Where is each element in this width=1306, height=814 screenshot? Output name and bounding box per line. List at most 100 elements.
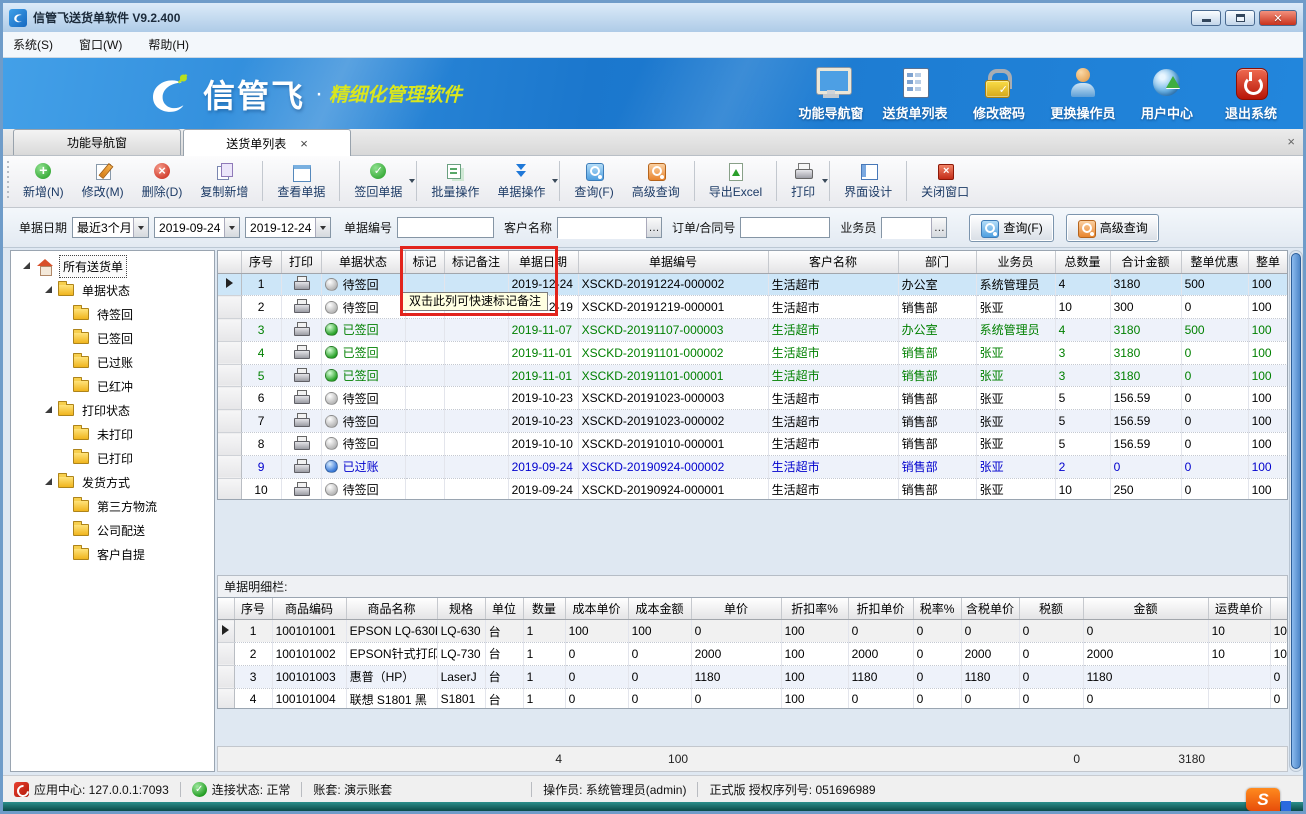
toolbar-print-button[interactable]: 打印 — [782, 159, 824, 203]
toolbar-copy-button[interactable]: 复制新增 — [191, 159, 257, 203]
advanced-query-button[interactable]: 高级查询 — [1066, 214, 1159, 242]
col-cost-amount[interactable]: 成本金额 — [628, 598, 691, 620]
col-unit[interactable]: 单位 — [485, 598, 523, 620]
delivery-row[interactable]: 1待签回2019-12-24XSCKD-20191224-000002生活超市办… — [218, 273, 1288, 296]
delivery-row[interactable]: 10待签回2019-09-24XSCKD-20190924-000001生活超市… — [218, 478, 1288, 499]
toolbar-doc-ops-button[interactable]: 单据操作 — [488, 159, 554, 203]
chevron-down-icon[interactable] — [224, 218, 239, 237]
tree-item-已过账[interactable]: 已过账 — [11, 350, 214, 374]
col-seq[interactable]: 序号 — [234, 598, 272, 620]
tree-item-未打印[interactable]: 未打印 — [11, 422, 214, 446]
col-total-amount[interactable]: 合计金额 — [1110, 251, 1181, 273]
date-to-select[interactable]: 2019-12-24 — [245, 217, 331, 238]
tree-item-待签回[interactable]: 待签回 — [11, 302, 214, 326]
toolbar-sign-back-button[interactable]: 签回单据 — [345, 159, 411, 203]
close-button[interactable] — [1259, 10, 1297, 26]
tree-group-单据状态[interactable]: 单据状态 — [11, 278, 214, 302]
col-seq[interactable]: 序号 — [241, 251, 281, 273]
tab-送货单列表[interactable]: 送货单列表 — [183, 129, 351, 156]
date-preset-select[interactable]: 最近3个月 — [72, 217, 149, 238]
expand-triangle-icon[interactable] — [45, 478, 52, 485]
col-qty[interactable]: 数量 — [523, 598, 565, 620]
dropdown-arrow-icon[interactable] — [822, 179, 828, 186]
toolbar-search-adv-button[interactable]: 高级查询 — [623, 159, 689, 203]
tree-item-已签回[interactable]: 已签回 — [11, 326, 214, 350]
detail-row[interactable]: 1100101001EPSON LQ-630KLQ-630台1100100010… — [218, 620, 1288, 643]
menu-item[interactable]: 窗口(W) — [79, 36, 122, 53]
banner-action-delivery-list[interactable]: 送货单列表 — [873, 65, 957, 122]
banner-action-change-password[interactable]: 修改密码 — [957, 65, 1041, 122]
tree-item-已打印[interactable]: 已打印 — [11, 446, 214, 470]
tree-item-第三方物流[interactable]: 第三方物流 — [11, 494, 214, 518]
banner-action-nav-window[interactable]: 功能导航窗 — [789, 65, 873, 122]
col-date[interactable]: 单据日期 — [508, 251, 578, 273]
date-from-select[interactable]: 2019-09-24 — [154, 217, 240, 238]
col-doc-no[interactable]: 单据编号 — [578, 251, 768, 273]
col-mark-note[interactable]: 标记备注 — [444, 251, 508, 273]
browse-ellipsis-icon[interactable] — [931, 218, 946, 237]
col-discount[interactable]: 整单优惠 — [1181, 251, 1248, 273]
tab-close-icon[interactable] — [300, 136, 308, 151]
chevron-down-icon[interactable] — [133, 218, 148, 237]
tree-item-已红冲[interactable]: 已红冲 — [11, 374, 214, 398]
tree-item-客户自提[interactable]: 客户自提 — [11, 542, 214, 566]
col-cost-price[interactable]: 成本单价 — [565, 598, 628, 620]
col-status[interactable]: 单据状态 — [321, 251, 405, 273]
delivery-row[interactable]: 8待签回2019-10-10XSCKD-20191010-000001生活超市销… — [218, 433, 1288, 456]
browse-ellipsis-icon[interactable] — [646, 218, 661, 237]
scrollbar-thumb[interactable] — [1291, 253, 1301, 769]
expand-triangle-icon[interactable] — [45, 286, 52, 293]
col-spec[interactable]: 规格 — [437, 598, 485, 620]
restore-button[interactable] — [1225, 10, 1255, 26]
salesman-input[interactable] — [882, 218, 931, 239]
chevron-down-icon[interactable] — [315, 218, 330, 237]
col-salesman[interactable]: 业务员 — [976, 251, 1055, 273]
col-amount[interactable]: 金额 — [1083, 598, 1208, 620]
col-customer[interactable]: 客户名称 — [768, 251, 898, 273]
toolbar-design-button[interactable]: 界面设计 — [835, 159, 901, 203]
col-freight-price[interactable]: 运费单价 — [1208, 598, 1270, 620]
col-qty[interactable]: 总数量 — [1055, 251, 1110, 273]
toolbar-search-blue-button[interactable]: 查询(F) — [565, 159, 622, 203]
banner-action-user-center[interactable]: 用户中心 — [1125, 65, 1209, 122]
banner-action-exit-system[interactable]: 退出系统 — [1209, 65, 1293, 122]
col-rate[interactable]: 整单 — [1248, 251, 1288, 273]
vertical-scrollbar[interactable] — [1289, 250, 1303, 772]
toolbar-batch-button[interactable]: 批量操作 — [422, 159, 488, 203]
col-tax-rate[interactable]: 税率% — [913, 598, 961, 620]
toolbar-excel-button[interactable]: 导出Excel — [700, 159, 771, 203]
tree-root-all-delivery-orders[interactable]: 所有送货单 — [11, 254, 214, 278]
detail-row[interactable]: 2100101002EPSON针式打印LQ-730台10020001002000… — [218, 642, 1288, 665]
delivery-row[interactable]: 2待签回2019-12-19XSCKD-20191219-000001生活超市销… — [218, 296, 1288, 319]
col-discount-rate[interactable]: 折扣率% — [781, 598, 848, 620]
col-price-with-tax[interactable]: 含税单价 — [961, 598, 1019, 620]
col-extra[interactable] — [1270, 598, 1288, 620]
dropdown-arrow-icon[interactable] — [409, 179, 415, 186]
expand-triangle-icon[interactable] — [45, 406, 52, 413]
dropdown-arrow-icon[interactable] — [552, 179, 558, 186]
banner-action-switch-operator[interactable]: 更换操作员 — [1041, 65, 1125, 122]
tree-item-公司配送[interactable]: 公司配送 — [11, 518, 214, 542]
col-tax[interactable]: 税额 — [1019, 598, 1083, 620]
delivery-row[interactable]: 3已签回2019-11-07XSCKD-20191107-000003生活超市办… — [218, 319, 1288, 342]
toolbar-add-button[interactable]: 新增(N) — [14, 159, 73, 203]
tab-功能导航窗[interactable]: 功能导航窗 — [13, 129, 181, 155]
col-mark[interactable]: 标记 — [405, 251, 444, 273]
tree-group-打印状态[interactable]: 打印状态 — [11, 398, 214, 422]
order-no-input[interactable] — [740, 217, 830, 238]
menu-item[interactable]: 系统(S) — [13, 36, 53, 53]
col-dept[interactable]: 部门 — [898, 251, 976, 273]
detail-row[interactable]: 4100101004联想 S1801 黑S1801台1000100000000 — [218, 688, 1288, 709]
delivery-row[interactable]: 6待签回2019-10-23XSCKD-20191023-000003生活超市销… — [218, 387, 1288, 410]
delivery-row[interactable]: 4已签回2019-11-01XSCKD-20191101-000002生活超市销… — [218, 341, 1288, 364]
tabbar-close-icon[interactable] — [1287, 134, 1295, 149]
col-discount-price[interactable]: 折扣单价 — [848, 598, 913, 620]
delivery-row[interactable]: 9已过账2019-09-24XSCKD-20190924-000002生活超市销… — [218, 455, 1288, 478]
toolbar-view-doc-button[interactable]: 查看单据 — [268, 159, 334, 203]
query-button[interactable]: 查询(F) — [969, 214, 1053, 242]
toolbar-delete-button[interactable]: 删除(D) — [133, 159, 192, 203]
customer-input[interactable] — [558, 218, 646, 239]
delivery-row[interactable]: 7待签回2019-10-23XSCKD-20191023-000002生活超市销… — [218, 410, 1288, 433]
tree-group-发货方式[interactable]: 发货方式 — [11, 470, 214, 494]
minimize-button[interactable] — [1191, 10, 1221, 26]
